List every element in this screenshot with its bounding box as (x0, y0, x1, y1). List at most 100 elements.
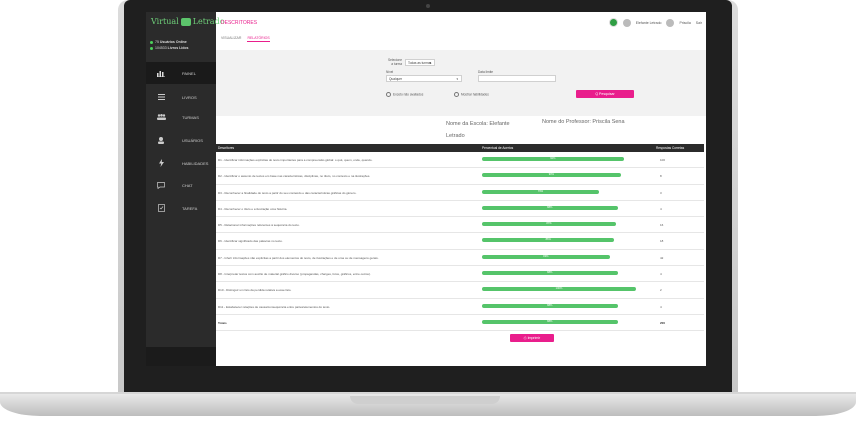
table-row: D1 - Identificar informações explícitas … (216, 152, 704, 169)
sidebar-item-habilidades[interactable]: HABILIDADES (146, 152, 216, 174)
sidebar-footer (146, 347, 216, 366)
sidebar-item-label: USUÁRIOS (182, 137, 203, 143)
sidebar-item-livros[interactable]: LIVROS (146, 86, 216, 108)
percent-bar-fill: 88% (482, 271, 618, 276)
avatar[interactable] (622, 18, 631, 27)
brazil-flag-icon[interactable] (608, 18, 618, 27)
stat-label: Usuários Online (159, 40, 187, 44)
table-row: D10 - Distinguir um fato da perdida rela… (216, 282, 704, 299)
percent-bar-fill: 100% (482, 287, 636, 292)
correct-answers: 3 (660, 190, 662, 195)
level-label: Nível (386, 70, 394, 74)
percent-bar-track: 92% (482, 157, 636, 161)
percent-bar-fill: 88% (482, 303, 618, 308)
correct-answers: 8 (660, 174, 662, 179)
school-name: Nome da Escola: Elefante Letrado (446, 121, 510, 139)
table-body: D1 - Identificar informações explícitas … (216, 152, 704, 332)
correct-answers: 18 (660, 239, 664, 244)
correct-answers: 100 (660, 158, 666, 162)
avatar-secondary[interactable] (666, 18, 675, 27)
table-row: D11 - Estabelecer relações de causa/cons… (216, 299, 704, 315)
percent-label: 92% (550, 157, 556, 160)
radio-label: Mostrar habilidades (461, 92, 489, 97)
table-row: D5 - Relacionar informações referentes à… (216, 217, 704, 234)
percent-bar-fill: 92% (482, 157, 624, 161)
percent-bar-track: 86% (482, 238, 636, 243)
stat-label: Livros Lidos (167, 46, 189, 50)
table-row: D4 - Reconhecer o título e a ilustração … (216, 201, 704, 218)
percent-bar-track: 87% (482, 222, 636, 227)
laptop-notch (350, 396, 500, 404)
user-secondary-name[interactable]: Priscila (679, 21, 690, 25)
filter-panel: Selecione a turma Todas as turmas ▾ Nível… (216, 50, 706, 116)
correct-answers: 200 (660, 320, 666, 325)
task-icon (156, 204, 166, 212)
sidebar-item-label: PAINEL (182, 70, 196, 76)
sidebar-item-usuarios[interactable]: USUÁRIOS (146, 129, 216, 151)
search-button[interactable]: Q Pesquisar (576, 90, 634, 98)
tab-relatorios[interactable]: RELATÓRIOS (247, 36, 270, 42)
class-select[interactable]: Todas as turmas ▾ (405, 59, 435, 66)
level-select-value: Qualquer (389, 77, 403, 81)
sidebar-item-tarefa[interactable]: TAREFA (146, 197, 216, 219)
sidebar-item-label: TAREFA (182, 205, 198, 211)
class-select-label: Selecione a turma (388, 58, 402, 66)
column-header-descritores: Descritores (218, 146, 235, 150)
percent-label: 83% (543, 254, 549, 258)
percent-bar-track: 88% (482, 271, 636, 276)
descriptor-text: D1 - Identificar informações explícitas … (218, 158, 373, 162)
descriptor-text: D5 - Relacionar informações referentes à… (218, 223, 300, 228)
chat-icon (156, 181, 166, 189)
table-total-row: Totais 88% 200 (216, 315, 704, 332)
sidebar-item-label: HABILIDADES (182, 160, 209, 166)
date-input[interactable] (478, 75, 556, 82)
radio-label: Exceto não avaliados (393, 92, 424, 97)
books-read-stat: 104533 Livros Lidos (150, 46, 188, 50)
level-select[interactable]: Qualquer ▾ (386, 75, 462, 82)
sidebar-item-label: LIVROS (182, 94, 197, 100)
professor-name: Nome do Professor: Priscila Sena (542, 119, 625, 125)
user-name[interactable]: Elefante Letrado (636, 21, 662, 25)
correct-answers: 4 (660, 304, 662, 309)
logout-link[interactable]: Sair (696, 21, 702, 25)
radio-show-skills[interactable]: Mostrar habilidades (454, 92, 489, 97)
stat-count: 104533 (155, 46, 167, 50)
laptop-chin (124, 366, 732, 392)
table-row: D3 - Reconhecer a finalidade do texto a … (216, 185, 704, 201)
percent-bar-track: 76% (482, 189, 636, 194)
column-header-percentual: Percentual de Acertos (482, 146, 514, 150)
radio-icon (454, 92, 459, 97)
print-button[interactable]: ⎙ Imprimir (510, 334, 554, 342)
app-logo[interactable]: Virtual Letrado (151, 17, 225, 31)
descriptor-text: D7 - Inferir informações não explícitas … (218, 255, 379, 260)
percent-label: 100% (555, 287, 563, 291)
percent-label: 88% (547, 205, 553, 209)
sidebar-item-turmas[interactable]: TURMAS (146, 106, 216, 128)
percent-label: 88% (547, 303, 553, 307)
percent-label: 86% (545, 238, 551, 242)
radio-exclude-unrated[interactable]: Exceto não avaliados (386, 92, 423, 97)
sidebar-item-label: TURMAS (182, 114, 199, 120)
percent-bar-fill: 86% (482, 238, 615, 243)
book-icon (180, 18, 191, 26)
radio-icon (386, 92, 391, 97)
sidebar-item-painel[interactable]: PAINEL (146, 62, 216, 84)
correct-answers: 16 (660, 223, 664, 228)
chevron-down-icon: ▾ (429, 61, 431, 65)
tab-visualizar[interactable]: VISUALIZAR (221, 36, 241, 42)
table-row: D7 - Inferir informações não explícitas … (216, 250, 704, 267)
logo-text-left: Virtual (151, 17, 179, 26)
correct-answers: 4 (660, 272, 662, 277)
percent-bar-fill: 87% (482, 222, 616, 227)
percent-bar-track: 88% (482, 319, 636, 324)
breadcrumb[interactable]: DESCRITORES (221, 20, 257, 26)
sidebar-item-chat[interactable]: CHAT (146, 174, 216, 196)
descriptor-table: Descritores Percentual de Acertos Respos… (216, 144, 704, 332)
descriptor-text: D8 - Interpretar textos com auxílio de m… (218, 272, 371, 277)
sidebar-item-label: CHAT (182, 182, 193, 188)
stat-count: 75 (155, 40, 159, 44)
print-button-label: Imprimir (527, 336, 541, 340)
date-label: Data limite (478, 70, 494, 74)
descriptor-text: D6 - Identificar significado das palavra… (218, 239, 283, 244)
percent-label: 88% (547, 271, 553, 275)
